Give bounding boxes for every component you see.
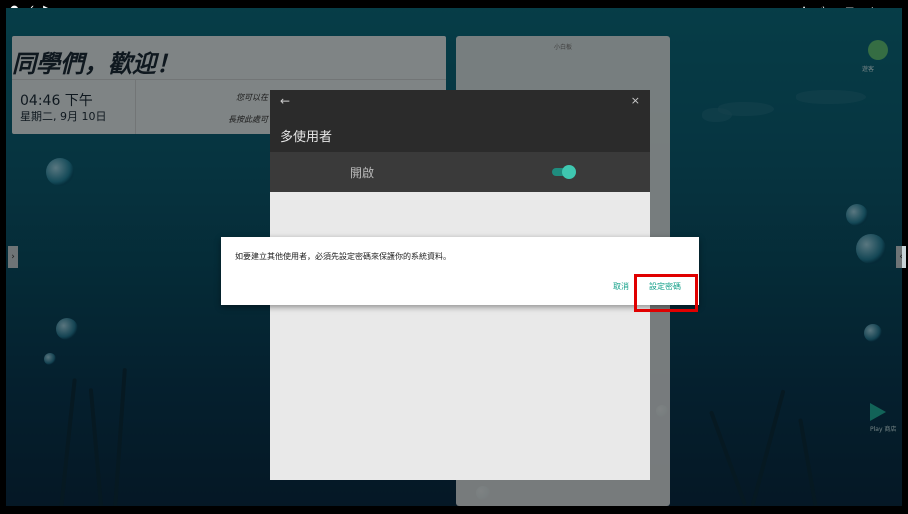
settings-body <box>270 192 650 480</box>
close-icon[interactable]: × <box>631 94 640 107</box>
cancel-button[interactable]: 取消 <box>613 281 629 292</box>
multi-user-toggle-row[interactable]: 開啟 <box>270 152 650 192</box>
toggle-switch[interactable] <box>562 165 576 179</box>
back-arrow-icon[interactable]: ← <box>280 94 290 108</box>
settings-header: ← × 多使用者 <box>270 90 650 152</box>
highlight-box <box>634 274 698 312</box>
toggle-label: 開啟 <box>350 166 375 180</box>
dialog-message: 如要建立其他使用者，必須先設定密碼來保護你的系統資料。 <box>235 252 451 261</box>
settings-title: 多使用者 <box>280 130 333 145</box>
set-password-dialog: 如要建立其他使用者，必須先設定密碼來保護你的系統資料。 取消 設定密碼 <box>221 237 699 305</box>
